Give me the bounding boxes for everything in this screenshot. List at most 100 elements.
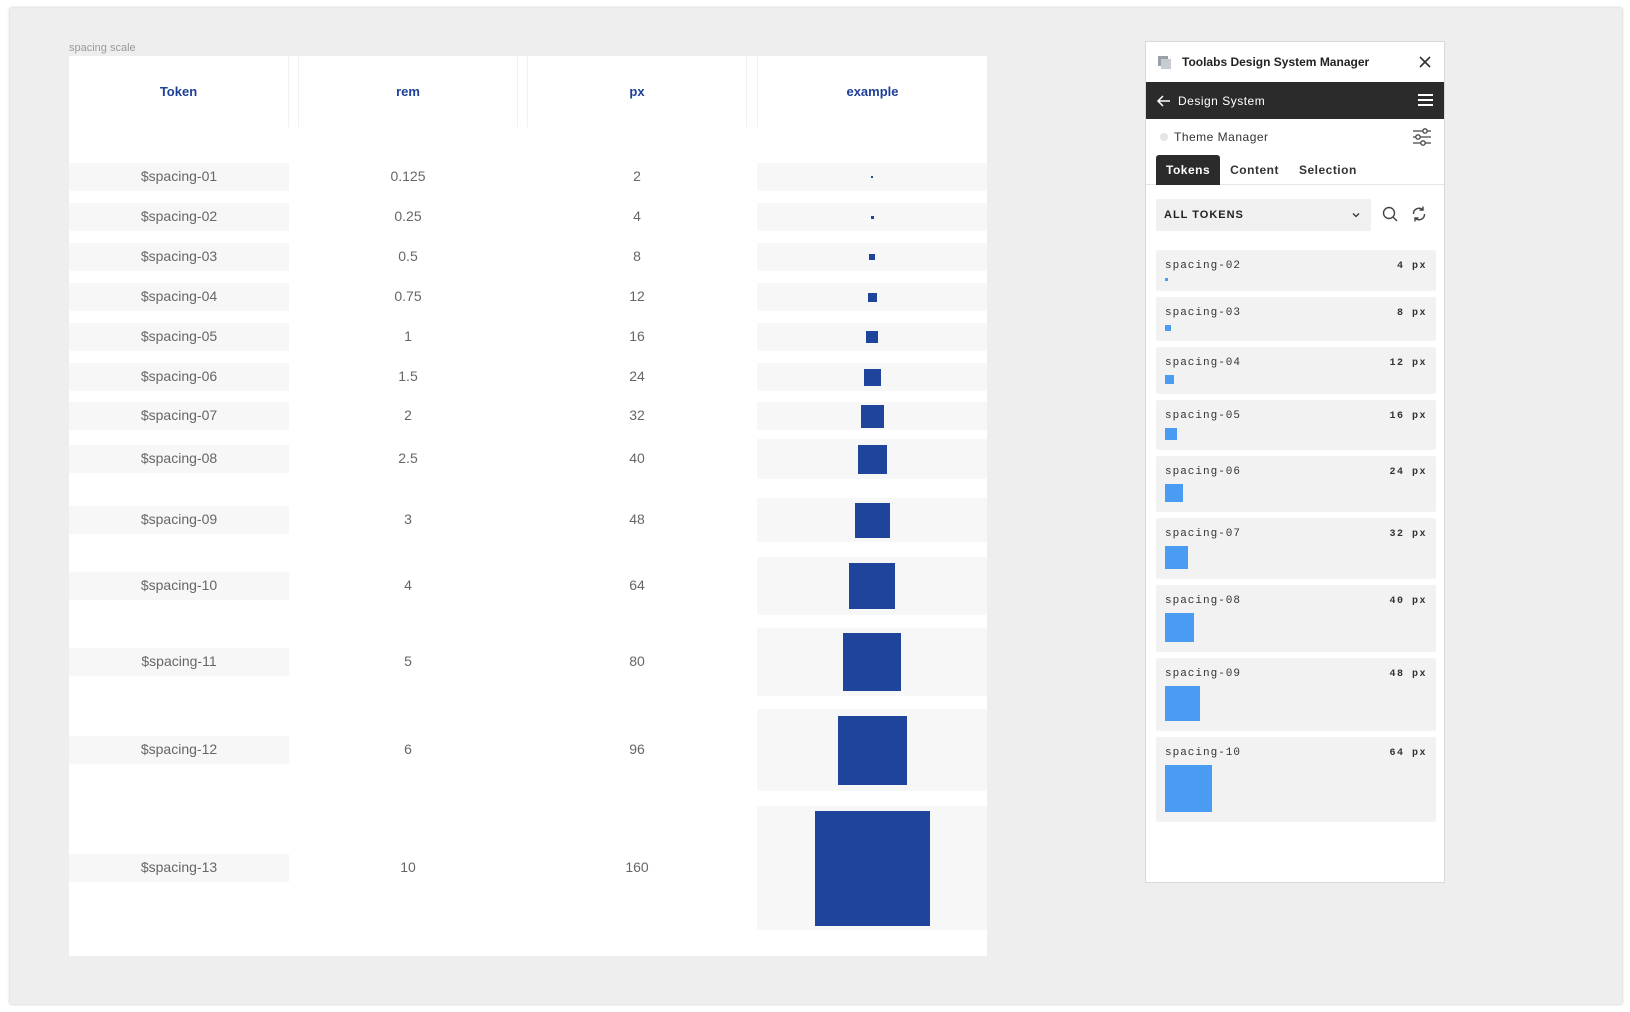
table-row: $spacing-02 0.25 4 bbox=[69, 203, 987, 231]
hamburger-menu-icon[interactable] bbox=[1418, 93, 1434, 107]
tab-content[interactable]: Content bbox=[1220, 156, 1289, 184]
cell-px: 80 bbox=[629, 653, 645, 669]
token-value: 32 px bbox=[1389, 529, 1427, 540]
table-row: $spacing-08 2.5 40 bbox=[69, 439, 987, 479]
cell-token: $spacing-11 bbox=[141, 653, 217, 669]
cell-token: $spacing-07 bbox=[140, 407, 218, 423]
tab-tokens[interactable]: Tokens bbox=[1156, 154, 1221, 185]
theme-status-dot bbox=[1160, 133, 1168, 141]
token-category-select[interactable]: ALL TOKENS bbox=[1156, 199, 1371, 231]
spacing-example-square bbox=[866, 331, 878, 343]
token-value: 4 px bbox=[1396, 261, 1427, 272]
cell-px: 16 bbox=[629, 328, 645, 344]
spacing-example-square bbox=[843, 633, 901, 691]
cell-token: $spacing-08 bbox=[140, 450, 218, 466]
header-rem: rem bbox=[298, 56, 518, 127]
spacing-example-square bbox=[870, 215, 874, 219]
cell-rem: 2 bbox=[404, 407, 412, 423]
theme-manager-label: Theme Manager bbox=[1174, 130, 1269, 144]
table-row: $spacing-10 4 64 bbox=[69, 557, 987, 615]
token-name: spacing-07 bbox=[1165, 528, 1242, 540]
cell-token: $spacing-02 bbox=[140, 208, 218, 224]
table-row: $spacing-09 3 48 bbox=[69, 498, 987, 542]
cell-rem: 3 bbox=[404, 511, 412, 527]
token-name: spacing-06 bbox=[1165, 466, 1242, 478]
cell-rem: 0.125 bbox=[390, 168, 426, 184]
cell-token: $spacing-13 bbox=[140, 859, 218, 875]
token-card[interactable]: spacing-07 32 px bbox=[1156, 518, 1436, 579]
token-preview-swatch bbox=[1165, 613, 1194, 642]
cell-token: $spacing-04 bbox=[140, 288, 218, 304]
close-icon[interactable] bbox=[1416, 53, 1434, 71]
token-card[interactable]: spacing-10 64 px bbox=[1156, 737, 1436, 822]
token-name: spacing-02 bbox=[1165, 260, 1242, 272]
token-card[interactable]: spacing-02 4 px bbox=[1156, 250, 1436, 291]
settings-sliders-icon[interactable] bbox=[1412, 128, 1432, 146]
token-preview-swatch bbox=[1165, 325, 1171, 331]
frame-label[interactable]: spacing scale bbox=[69, 42, 136, 54]
spacing-example-square bbox=[863, 368, 881, 386]
tab-selection[interactable]: Selection bbox=[1289, 156, 1367, 184]
table-row: $spacing-12 6 96 bbox=[69, 709, 987, 791]
spacing-example-square bbox=[837, 715, 907, 785]
plugin-panel[interactable]: Toolabs Design System Manager Design Sys… bbox=[1145, 41, 1445, 883]
cell-px: 12 bbox=[629, 288, 645, 304]
cell-token: $spacing-06 bbox=[140, 368, 218, 384]
token-card[interactable]: spacing-04 12 px bbox=[1156, 347, 1436, 394]
spacing-example-square bbox=[860, 404, 884, 428]
token-value: 24 px bbox=[1389, 467, 1427, 478]
cell-px: 160 bbox=[625, 859, 649, 875]
cell-px: 4 bbox=[633, 208, 641, 224]
token-value: 8 px bbox=[1396, 308, 1427, 319]
token-card[interactable]: spacing-09 48 px bbox=[1156, 658, 1436, 731]
search-icon[interactable] bbox=[1381, 205, 1399, 223]
cell-rem: 4 bbox=[404, 577, 412, 593]
cell-px: 24 bbox=[629, 368, 645, 384]
toolabs-logo-icon bbox=[1158, 56, 1172, 69]
token-preview-swatch bbox=[1165, 546, 1188, 569]
token-card[interactable]: spacing-08 40 px bbox=[1156, 585, 1436, 652]
token-preview-swatch bbox=[1165, 484, 1183, 502]
table-row: $spacing-13 10 160 bbox=[69, 806, 987, 930]
table-row: $spacing-07 2 32 bbox=[69, 402, 987, 430]
design-system-nav[interactable]: Design System bbox=[1146, 82, 1444, 119]
table-row: $spacing-01 0.125 2 bbox=[69, 163, 987, 191]
token-filter-bar: ALL TOKENS bbox=[1146, 191, 1444, 239]
plugin-tabs: Tokens Content Selection bbox=[1146, 154, 1444, 185]
token-card[interactable]: spacing-05 16 px bbox=[1156, 400, 1436, 450]
token-value: 48 px bbox=[1389, 669, 1427, 680]
token-name: spacing-10 bbox=[1165, 747, 1242, 759]
token-value: 40 px bbox=[1389, 596, 1427, 607]
token-name: spacing-04 bbox=[1165, 357, 1242, 369]
spacing-table-frame[interactable]: Token rem px example $spacing-01 0.125 2 $s… bbox=[69, 56, 987, 956]
spacing-example-square bbox=[857, 444, 887, 474]
cell-rem: 6 bbox=[404, 741, 412, 757]
header-example: example bbox=[757, 56, 987, 127]
back-arrow-icon[interactable] bbox=[1156, 94, 1172, 108]
token-preview-swatch bbox=[1165, 278, 1168, 281]
cell-px: 2 bbox=[633, 168, 641, 184]
plugin-titlebar: Toolabs Design System Manager bbox=[1146, 42, 1444, 82]
cell-rem: 0.5 bbox=[398, 248, 418, 264]
cell-px: 96 bbox=[629, 741, 645, 757]
cell-token: $spacing-01 bbox=[140, 168, 218, 184]
header-px: px bbox=[527, 56, 747, 127]
spacing-example-square bbox=[871, 176, 873, 178]
token-preview-swatch bbox=[1165, 686, 1200, 721]
token-card[interactable]: spacing-03 8 px bbox=[1156, 297, 1436, 341]
table-row: $spacing-05 1 16 bbox=[69, 323, 987, 351]
spacing-example-square bbox=[854, 502, 890, 538]
token-name: spacing-08 bbox=[1165, 595, 1242, 607]
cell-px: 64 bbox=[629, 577, 645, 593]
cell-token: $spacing-09 bbox=[140, 511, 218, 527]
cell-rem: 0.75 bbox=[394, 288, 422, 304]
spacing-example-square bbox=[867, 292, 877, 302]
spacing-example-square bbox=[849, 563, 895, 609]
theme-manager-row[interactable]: Theme Manager bbox=[1146, 119, 1444, 155]
refresh-icon[interactable] bbox=[1410, 205, 1428, 223]
table-row: $spacing-03 0.5 8 bbox=[69, 243, 987, 271]
token-card[interactable]: spacing-06 24 px bbox=[1156, 456, 1436, 512]
cell-token: $spacing-03 bbox=[140, 248, 218, 264]
header-token: Token bbox=[69, 56, 289, 127]
token-category-value: ALL TOKENS bbox=[1164, 209, 1244, 221]
